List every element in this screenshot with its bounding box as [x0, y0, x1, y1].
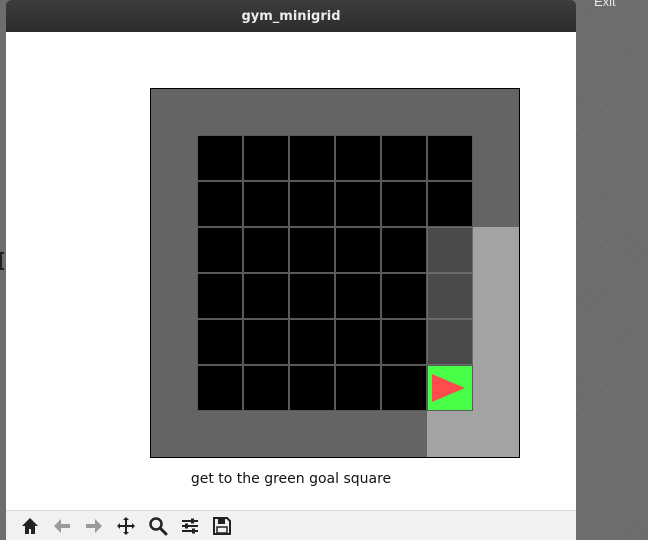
wall-cell: [427, 89, 473, 135]
floor-cell: [335, 181, 381, 227]
floor-cell: [197, 273, 243, 319]
forward-button[interactable]: [78, 511, 110, 540]
wall-cell: [151, 365, 197, 411]
floor-cell: [197, 135, 243, 181]
wall-cell: [151, 181, 197, 227]
exit-label[interactable]: Exit: [594, 0, 616, 9]
floor-cell: [289, 181, 335, 227]
floor-cell: [243, 319, 289, 365]
wall-cell: [381, 411, 427, 457]
back-button[interactable]: [46, 511, 78, 540]
floor-cell: [427, 181, 473, 227]
pan-button[interactable]: [110, 511, 142, 540]
configure-subplots-button[interactable]: [174, 511, 206, 540]
wall-cell: [473, 135, 519, 181]
floor-cell: [427, 135, 473, 181]
floor-cell: [381, 365, 427, 411]
floor-cell: [427, 319, 473, 365]
save-button[interactable]: [206, 511, 238, 540]
grid-board: [150, 88, 520, 458]
wall-cell: [197, 411, 243, 457]
floor-cell: [335, 227, 381, 273]
wall-cell: [151, 319, 197, 365]
wall-cell: [473, 319, 519, 365]
wall-cell: [151, 135, 197, 181]
wall-cell: [473, 181, 519, 227]
figure-canvas: get to the green goal square: [6, 32, 576, 510]
floor-cell: [243, 135, 289, 181]
zoom-icon: [149, 516, 168, 535]
desktop-edge-mark: [0, 252, 4, 270]
floor-cell: [381, 181, 427, 227]
wall-cell: [289, 89, 335, 135]
wall-cell: [151, 411, 197, 457]
floor-cell: [243, 273, 289, 319]
wall-cell: [151, 227, 197, 273]
wall-cell: [243, 411, 289, 457]
floor-cell: [381, 227, 427, 273]
floor-cell: [427, 273, 473, 319]
home-icon: [22, 517, 38, 534]
wall-cell: [473, 89, 519, 135]
agent-triangle: [432, 374, 465, 402]
floor-cell: [289, 365, 335, 411]
move-icon: [117, 516, 135, 535]
wall-cell: [473, 411, 519, 457]
floor-cell: [381, 319, 427, 365]
wall-cell: [473, 227, 519, 273]
arrow-left-icon: [54, 518, 70, 533]
floor-cell: [289, 227, 335, 273]
sliders-icon: [182, 518, 198, 533]
wall-cell: [151, 89, 197, 135]
minigrid-window: gym_minigrid get to the green goal squar…: [6, 0, 576, 540]
zoom-button[interactable]: [142, 511, 174, 540]
floor-cell: [243, 227, 289, 273]
wall-cell: [151, 273, 197, 319]
wall-cell: [335, 89, 381, 135]
agent-icon: [432, 374, 465, 402]
floor-cell: [335, 319, 381, 365]
wall-cell: [335, 411, 381, 457]
home-button[interactable]: [14, 511, 46, 540]
floor-cell: [243, 365, 289, 411]
arrow-right-icon: [86, 518, 102, 533]
wall-cell: [243, 89, 289, 135]
floor-cell: [197, 365, 243, 411]
floor-cell: [427, 227, 473, 273]
plot-toolbar: [6, 510, 576, 540]
floor-cell: [335, 365, 381, 411]
floor-cell: [197, 181, 243, 227]
floor-cell: [335, 135, 381, 181]
floor-cell: [197, 319, 243, 365]
window-title: gym_minigrid: [241, 8, 341, 24]
wall-cell: [197, 89, 243, 135]
floor-cell: [289, 135, 335, 181]
floor-cell: [289, 319, 335, 365]
wall-cell: [473, 273, 519, 319]
floor-cell: [335, 273, 381, 319]
save-icon: [213, 516, 231, 535]
wall-cell: [473, 365, 519, 411]
window-titlebar[interactable]: gym_minigrid: [6, 0, 576, 32]
wall-cell: [381, 89, 427, 135]
floor-cell: [381, 273, 427, 319]
floor-cell: [381, 135, 427, 181]
floor-cell: [243, 181, 289, 227]
floor-cell: [289, 273, 335, 319]
wall-cell: [427, 411, 473, 457]
wall-cell: [289, 411, 335, 457]
mission-caption: get to the green goal square: [190, 471, 392, 487]
floor-cell: [197, 227, 243, 273]
